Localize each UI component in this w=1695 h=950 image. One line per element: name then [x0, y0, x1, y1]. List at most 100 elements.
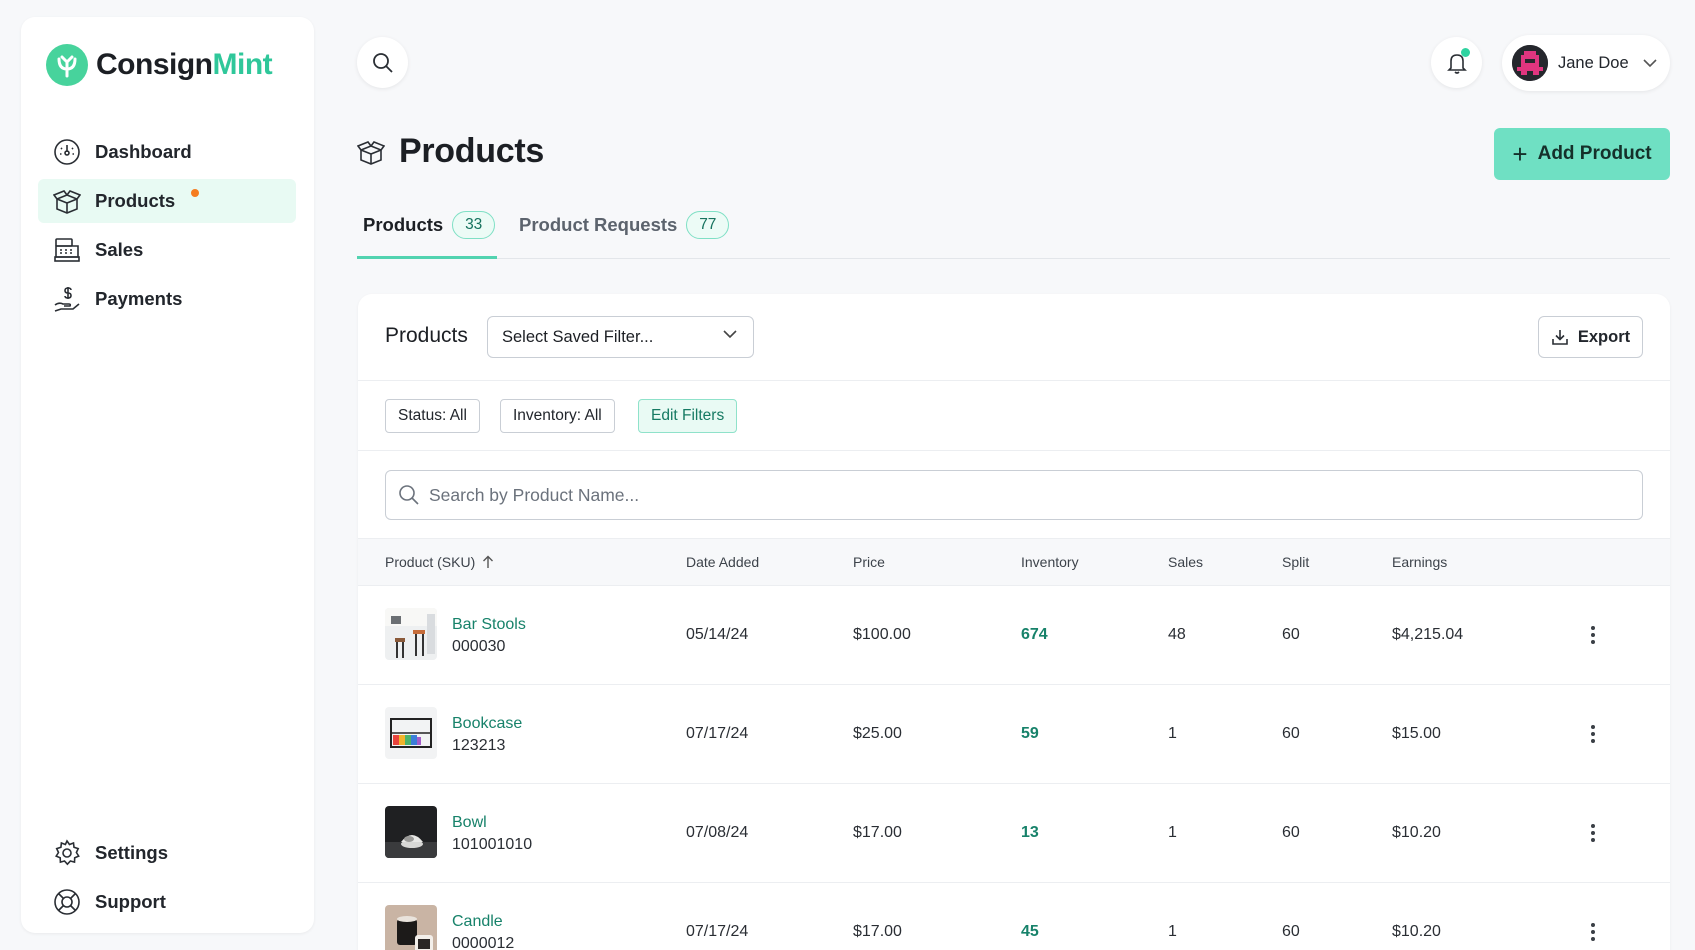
edit-filters-button[interactable]: Edit Filters	[638, 399, 738, 433]
sidebar-item-label: Settings	[95, 842, 168, 863]
split-value: 60	[1282, 626, 1300, 643]
table-row[interactable]: Bookcase 123213 07/17/24 $25.00 59 1 60 …	[358, 685, 1670, 784]
product-search	[385, 470, 1643, 520]
dashboard-gauge-icon	[52, 137, 82, 167]
product-search-input[interactable]	[429, 484, 1529, 506]
column-label: Product (SKU)	[385, 554, 476, 570]
row-actions-kebab-icon[interactable]	[1583, 819, 1603, 847]
inventory-count[interactable]: 59	[1021, 725, 1039, 743]
product-thumbnail	[385, 905, 437, 950]
sidebar-item-products[interactable]: Products	[38, 179, 296, 223]
chevron-down-icon	[723, 330, 737, 339]
row-actions-kebab-icon[interactable]	[1583, 918, 1603, 946]
sidebar-item-sales[interactable]: Sales	[38, 228, 296, 272]
tab-label: Product Requests	[519, 214, 678, 235]
product-sku: 000030	[452, 638, 506, 655]
earnings-value: $10.20	[1392, 824, 1441, 841]
tab-count-badge: 33	[452, 211, 496, 239]
table-row[interactable]: Bowl 101001010 07/08/24 $17.00 13 1 60 $…	[358, 784, 1670, 883]
product-name-link[interactable]: Candle	[452, 913, 503, 931]
sidebar-bottom-nav: Settings Support	[38, 831, 296, 929]
date-added: 07/17/24	[686, 923, 749, 940]
add-product-label: Add Product	[1537, 143, 1652, 164]
table-row[interactable]: Bar Stools 000030 05/14/24 $100.00 674 4…	[358, 586, 1670, 685]
logo-text: ConsignMint	[96, 48, 273, 81]
sales-count: 1	[1168, 824, 1177, 841]
sales-count: 1	[1168, 725, 1177, 742]
column-header-sales[interactable]: Sales	[1168, 554, 1203, 570]
export-button[interactable]: Export	[1538, 316, 1643, 358]
split-value: 60	[1282, 824, 1300, 841]
column-header-product[interactable]: Product (SKU)	[385, 554, 494, 570]
sidebar-item-label: Sales	[95, 239, 144, 260]
column-header-split[interactable]: Split	[1282, 554, 1309, 570]
date-added: 07/08/24	[686, 824, 749, 841]
product-thumbnail	[385, 806, 437, 858]
earnings-value: $4,215.04	[1392, 626, 1464, 643]
row-actions-kebab-icon[interactable]	[1583, 720, 1603, 748]
product-sku: 101001010	[452, 836, 533, 853]
chevron-down-icon	[1643, 58, 1657, 67]
search-icon	[399, 485, 419, 505]
sidebar-item-payments[interactable]: Payments	[38, 277, 296, 321]
sidebar-item-label: Payments	[95, 288, 183, 309]
table-row[interactable]: Candle 0000012 07/17/24 $17.00 45 1 60 $…	[358, 883, 1670, 950]
sidebar-item-settings[interactable]: Settings	[38, 831, 296, 875]
logo-mark-icon	[46, 44, 88, 86]
plus-icon: +	[1512, 139, 1528, 169]
inventory-count[interactable]: 13	[1021, 824, 1039, 842]
price: $25.00	[853, 725, 902, 742]
product-name-link[interactable]: Bar Stools	[452, 616, 526, 634]
add-product-button[interactable]: + Add Product	[1494, 128, 1670, 180]
logo[interactable]: ConsignMint	[46, 44, 273, 86]
price: $100.00	[853, 626, 911, 643]
product-name-link[interactable]: Bowl	[452, 814, 487, 832]
user-menu[interactable]: Jane Doe	[1502, 35, 1670, 91]
box-icon	[357, 140, 385, 165]
notifications-button[interactable]	[1431, 37, 1482, 88]
tab-product-requests[interactable]: Product Requests 77	[519, 210, 730, 259]
unread-dot	[191, 189, 199, 197]
saved-filter-select[interactable]: Select Saved Filter...	[487, 316, 754, 358]
price: $17.00	[853, 923, 902, 940]
tab-products[interactable]: Products 33	[357, 210, 497, 259]
export-label: Export	[1577, 327, 1631, 346]
global-search-button[interactable]	[357, 37, 408, 88]
search-icon	[372, 52, 393, 73]
page-title: Products	[399, 132, 544, 170]
filter-chips: Status: All Inventory: All Edit Filters	[358, 381, 1670, 451]
card-title: Products	[385, 324, 468, 347]
sidebar-item-label: Support	[95, 891, 166, 912]
column-header-price[interactable]: Price	[853, 554, 885, 570]
column-header-inventory[interactable]: Inventory	[1021, 554, 1079, 570]
sidebar-item-label: Products	[95, 190, 176, 211]
product-sku: 123213	[452, 737, 506, 754]
sidebar-item-dashboard[interactable]: Dashboard	[38, 130, 296, 174]
product-name-link[interactable]: Bookcase	[452, 715, 522, 733]
gear-icon	[52, 838, 82, 868]
product-thumbnail	[385, 608, 437, 660]
inventory-count[interactable]: 674	[1021, 626, 1048, 644]
hand-dollar-icon	[52, 284, 82, 314]
user-name: Jane Doe	[1558, 53, 1629, 72]
status-filter-chip[interactable]: Status: All	[385, 399, 480, 433]
sidebar-item-support[interactable]: Support	[38, 880, 296, 924]
tab-count-badge: 77	[686, 211, 730, 239]
row-actions-kebab-icon[interactable]	[1583, 621, 1603, 649]
earnings-value: $10.20	[1392, 923, 1441, 940]
sidebar-nav: Dashboard Products Sales Payments	[38, 130, 296, 326]
card-header: Products Select Saved Filter... Export	[358, 294, 1670, 381]
box-icon	[52, 186, 82, 216]
inventory-filter-chip[interactable]: Inventory: All	[500, 399, 615, 433]
sort-arrow-up-icon	[483, 555, 494, 568]
column-header-earnings[interactable]: Earnings	[1392, 554, 1447, 570]
product-sku: 0000012	[452, 935, 515, 950]
sales-count: 1	[1168, 923, 1177, 940]
notification-dot	[1461, 48, 1470, 57]
earnings-value: $15.00	[1392, 725, 1441, 742]
column-header-date-added[interactable]: Date Added	[686, 554, 759, 570]
split-value: 60	[1282, 725, 1300, 742]
inventory-count[interactable]: 45	[1021, 923, 1039, 941]
saved-filter-value: Select Saved Filter...	[502, 327, 654, 346]
lifebuoy-icon	[52, 887, 82, 917]
